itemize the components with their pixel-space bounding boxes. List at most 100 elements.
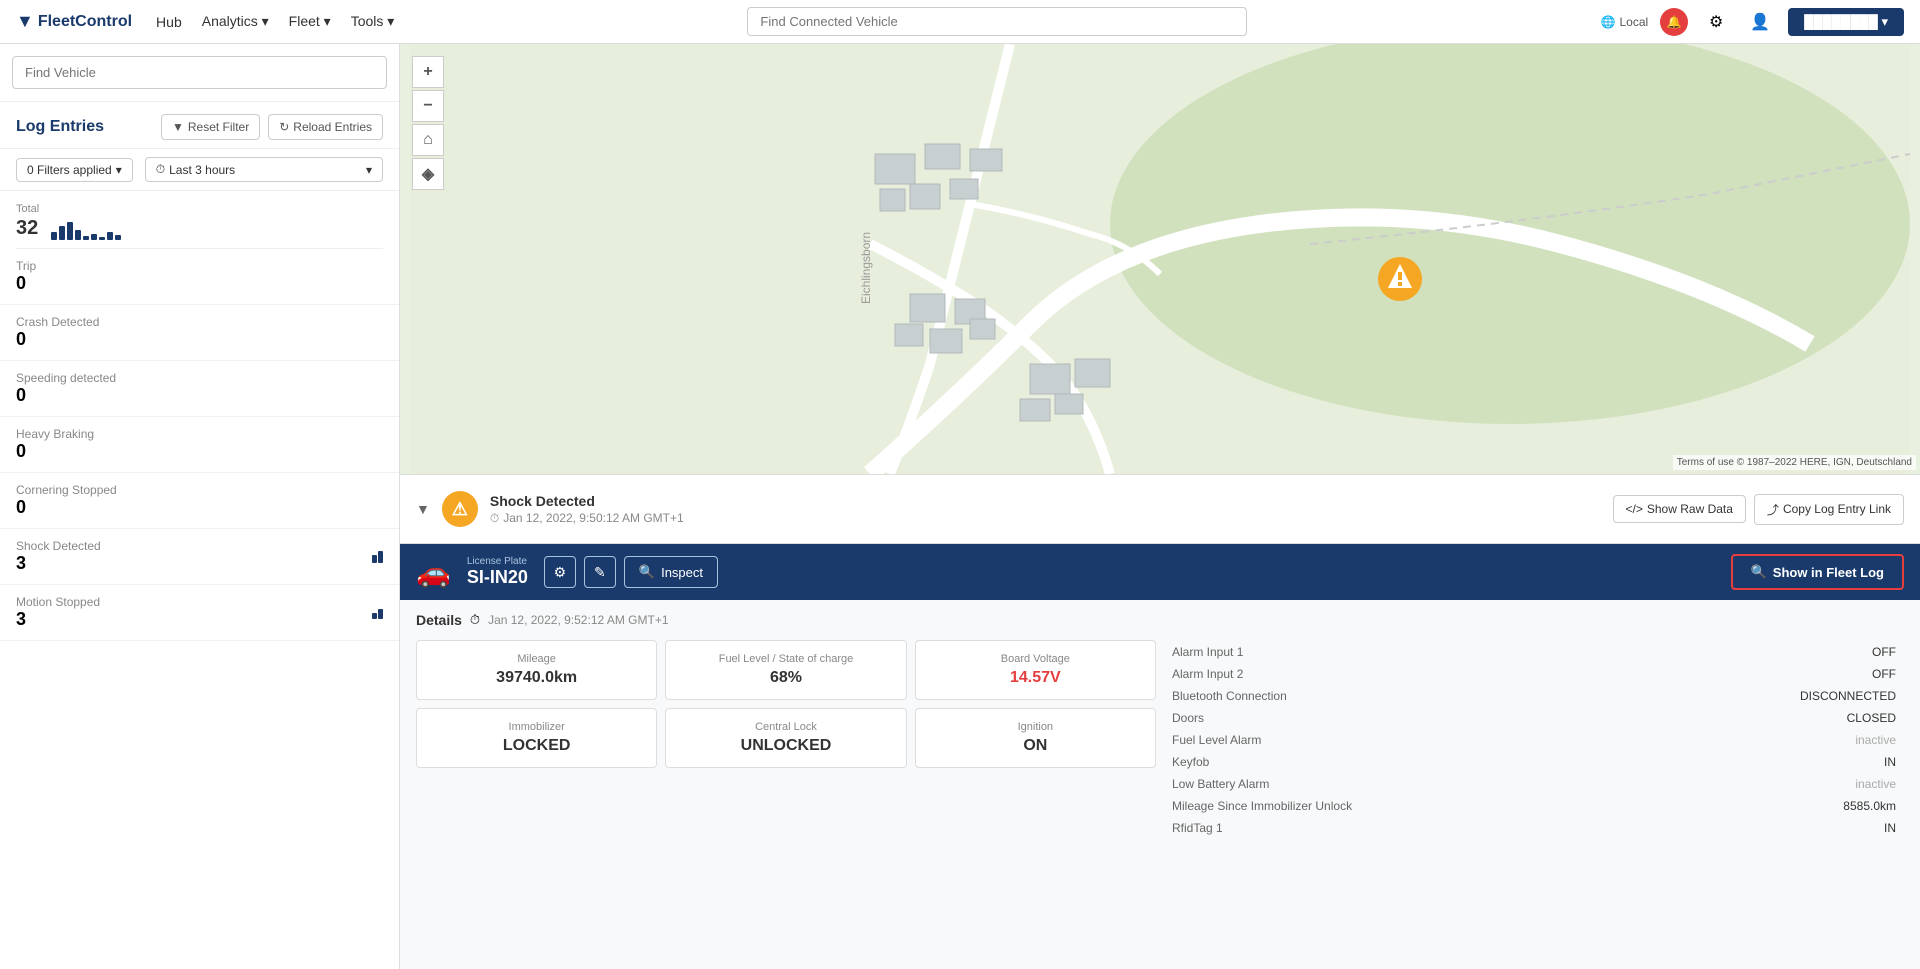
fuel-level-card: Fuel Level / State of charge 68% xyxy=(665,640,906,700)
vehicle-search-input[interactable] xyxy=(12,56,387,89)
sidebar-filters: 0 Filters applied ▾ ⏱ Last 3 hours ▾ xyxy=(0,149,399,191)
mileage-card: Mileage 39740.0km xyxy=(416,640,657,700)
map-layers-button[interactable]: ◈ xyxy=(412,158,444,190)
stat-item-label: Crash Detected xyxy=(16,315,99,329)
map-zoom-out-button[interactable]: − xyxy=(412,90,444,122)
info-label: Keyfob xyxy=(1166,752,1636,772)
stat-mini-bars xyxy=(372,607,383,619)
copy-log-link-button[interactable]: ⤴ Copy Log Entry Link xyxy=(1754,494,1904,525)
stat-item-value: 0 xyxy=(16,273,36,294)
central-lock-card: Central Lock UNLOCKED xyxy=(665,708,906,768)
show-in-fleet-log-button[interactable]: 🔍 Show in Fleet Log xyxy=(1731,554,1904,590)
reset-filter-button[interactable]: ▼ Reset Filter xyxy=(161,114,260,140)
chevron-down-icon-time: ▾ xyxy=(366,163,372,177)
nav-links: Hub Analytics ▾ Fleet ▾ Tools ▾ xyxy=(156,13,394,30)
user-icon[interactable]: 👤 xyxy=(1744,6,1776,38)
code-icon: </> xyxy=(1626,502,1643,516)
mini-bar xyxy=(378,609,383,619)
nav-analytics[interactable]: Analytics ▾ xyxy=(202,13,269,30)
nav-fleet[interactable]: Fleet ▾ xyxy=(289,13,331,30)
vehicle-car-icon: 🚗 xyxy=(416,556,451,589)
nav-search-input[interactable] xyxy=(747,7,1247,36)
info-table-row: Alarm Input 2OFF xyxy=(1166,664,1902,684)
bar-6 xyxy=(91,234,97,240)
event-title: Shock Detected xyxy=(490,493,1613,509)
bar-2 xyxy=(59,226,65,240)
vehicle-plate-section: License Plate SI-IN20 xyxy=(467,556,528,588)
info-value: 8585.0km xyxy=(1638,796,1902,816)
stat-mini-bars xyxy=(372,551,383,563)
bar-4 xyxy=(75,230,81,240)
inspect-button[interactable]: 🔍 Inspect xyxy=(624,556,718,588)
info-table-row: Mileage Since Immobilizer Unlock8585.0km xyxy=(1166,796,1902,816)
vehicle-settings-button[interactable]: ⚙ xyxy=(544,556,576,588)
info-value: CLOSED xyxy=(1638,708,1902,728)
map-watermark: Terms of use © 1987–2022 HERE, IGN, Deut… xyxy=(1673,455,1916,470)
show-raw-data-button[interactable]: </> Show Raw Data xyxy=(1613,495,1746,523)
map-home-button[interactable]: ⌂ xyxy=(412,124,444,156)
stat-item-inner: Cornering Stopped0 xyxy=(16,483,117,518)
details-cards: Mileage 39740.0km Fuel Level / State of … xyxy=(416,640,1156,840)
sidebar: Log Entries ▼ Reset Filter ↻ Reload Entr… xyxy=(0,44,400,969)
event-bar: ▼ ⚠ Shock Detected ⏱ Jan 12, 2022, 9:50:… xyxy=(400,474,1920,544)
info-label: Fuel Level Alarm xyxy=(1166,730,1636,750)
stat-item-value: 0 xyxy=(16,329,99,350)
vehicle-action-buttons: ⚙ ✎ 🔍 Inspect xyxy=(544,556,718,588)
map-content: Eichlingsborn + − ⌂ ◈ Terms of use © 198… xyxy=(400,44,1920,969)
info-table-row: Low Battery Alarminactive xyxy=(1166,774,1902,794)
map-container: Eichlingsborn + − ⌂ ◈ Terms of use © 198… xyxy=(400,44,1920,474)
mini-bar xyxy=(378,551,383,563)
time-filter-selector[interactable]: ⏱ Last 3 hours ▾ xyxy=(145,157,383,182)
event-warning-icon: ⚠ xyxy=(442,491,478,527)
brand-icon: ▼ xyxy=(16,11,34,32)
info-table: Alarm Input 1OFFAlarm Input 2OFFBluetoot… xyxy=(1164,640,1904,840)
chevron-down-icon: ▾ xyxy=(116,163,122,177)
stat-item: Speeding detected0 xyxy=(0,361,399,417)
vehicle-plate-label: License Plate xyxy=(467,556,528,567)
map-zoom-in-button[interactable]: + xyxy=(412,56,444,88)
share-icon: ⤴ xyxy=(1767,501,1779,518)
info-label: Alarm Input 2 xyxy=(1166,664,1636,684)
stat-item-label: Trip xyxy=(16,259,36,273)
stat-item-inner: Motion Stopped3 xyxy=(16,595,100,630)
vehicle-edit-button[interactable]: ✎ xyxy=(584,556,616,588)
clock-icon: ⏱ xyxy=(156,162,165,177)
event-actions: </> Show Raw Data ⤴ Copy Log Entry Link xyxy=(1613,494,1904,525)
stat-item: Shock Detected3 xyxy=(0,529,399,585)
event-info: Shock Detected ⏱ Jan 12, 2022, 9:50:12 A… xyxy=(490,493,1613,526)
nav-tools[interactable]: Tools ▾ xyxy=(351,13,395,30)
nav-hub[interactable]: Hub xyxy=(156,14,182,30)
settings-icon[interactable]: ⚙ xyxy=(1700,6,1732,38)
event-meta: ⏱ Jan 12, 2022, 9:50:12 AM GMT+1 xyxy=(490,511,1613,526)
nav-search-area xyxy=(394,7,1600,36)
user-menu-button[interactable]: ████████ ▾ xyxy=(1788,8,1904,36)
reload-entries-button[interactable]: ↻ Reload Entries xyxy=(268,114,383,140)
stat-item-label: Motion Stopped xyxy=(16,595,100,609)
stats-section: Total 32 xyxy=(0,191,399,249)
stat-item-value: 3 xyxy=(16,553,101,574)
brand: ▼ FleetControl xyxy=(16,11,132,32)
info-table-row: KeyfobIN xyxy=(1166,752,1902,772)
nav-right: 🌐 Local 🔔 ⚙ 👤 ████████ ▾ xyxy=(1601,6,1904,38)
search-icon-fleet: 🔍 xyxy=(1751,564,1767,580)
stat-item-label: Cornering Stopped xyxy=(16,483,117,497)
log-entries-list: Total 32 xyxy=(0,191,399,969)
mini-bar xyxy=(372,555,377,563)
stat-item: Motion Stopped3 xyxy=(0,585,399,641)
main-layout: Log Entries ▼ Reset Filter ↻ Reload Entr… xyxy=(0,44,1920,969)
svg-text:Eichlingsborn: Eichlingsborn xyxy=(859,232,873,304)
stat-item: Cornering Stopped0 xyxy=(0,473,399,529)
event-collapse-icon[interactable]: ▼ xyxy=(416,501,430,517)
log-entries-title: Log Entries xyxy=(16,118,104,136)
locale-selector[interactable]: 🌐 Local xyxy=(1601,15,1649,29)
notification-icon[interactable]: 🔔 xyxy=(1660,8,1688,36)
filters-applied-badge[interactable]: 0 Filters applied ▾ xyxy=(16,158,133,182)
info-value: OFF xyxy=(1638,664,1902,684)
brand-name: FleetControl xyxy=(38,13,132,31)
clock-icon-details: ⏱ xyxy=(470,612,480,628)
info-label: Alarm Input 1 xyxy=(1166,642,1636,662)
search-icon: 🔍 xyxy=(639,564,655,580)
details-header: Details ⏱ Jan 12, 2022, 9:52:12 AM GMT+1 xyxy=(416,612,1904,628)
reload-icon: ↻ xyxy=(279,120,289,134)
info-value: inactive xyxy=(1638,774,1902,794)
